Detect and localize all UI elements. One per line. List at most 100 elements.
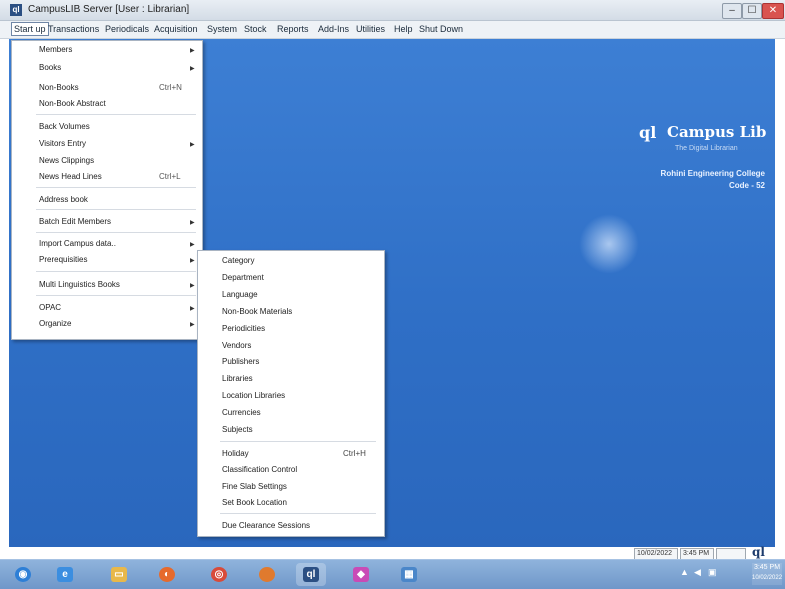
menu-stock[interactable]: Stock	[242, 23, 269, 35]
shortcut-ctrl-l: Ctrl+L	[159, 172, 181, 181]
firefox-icon: ◐	[159, 567, 175, 582]
taskbar-campuslib[interactable]: ql	[296, 563, 326, 586]
taskbar-explorer[interactable]: ▭	[104, 563, 134, 586]
chrome-icon: ◎	[211, 567, 227, 582]
taskbar-ie[interactable]: e	[50, 563, 80, 586]
menu-start-up[interactable]: Start up	[11, 22, 49, 36]
submenu-arrow-icon: ▶	[190, 242, 195, 248]
menu-item-batch-edit-members[interactable]: Batch Edit Members	[39, 217, 111, 226]
prerequisites-submenu: Category Department Language Non-Book Ma…	[197, 250, 385, 537]
menu-separator	[220, 441, 376, 442]
brand-tagline: The Digital Librarian	[675, 145, 738, 152]
menu-item-visitors-entry[interactable]: Visitors Entry	[39, 139, 86, 148]
menu-reports[interactable]: Reports	[275, 23, 311, 35]
campuslib-small-logo-icon: ql	[752, 545, 765, 559]
taskbar-app-circle[interactable]	[252, 563, 282, 586]
taskbar-firefox[interactable]: ◐	[152, 563, 182, 586]
tray-up-arrow-icon[interactable]: ▲	[680, 567, 689, 577]
submenu-arrow-icon: ▶	[190, 283, 195, 289]
menu-item-news-head-lines[interactable]: News Head Lines	[39, 172, 102, 181]
submenu-item-category[interactable]: Category	[222, 256, 254, 265]
app-logo-icon: ql	[10, 4, 22, 16]
internet-explorer-icon: e	[57, 567, 73, 582]
taskbar-chrome[interactable]: ◎	[204, 563, 234, 586]
menu-item-news-clippings[interactable]: News Clippings	[39, 156, 94, 165]
menu-separator	[36, 187, 196, 188]
window-title: CampusLIB Server [User : Librarian]	[28, 4, 190, 15]
menu-separator	[36, 114, 196, 115]
campuslib-icon: ql	[303, 567, 319, 582]
submenu-item-language[interactable]: Language	[222, 290, 258, 299]
maximize-button[interactable]: ☐	[742, 3, 762, 19]
menu-item-books[interactable]: Books	[39, 63, 61, 72]
app-diamond-icon: ◆	[353, 567, 369, 582]
college-name: Rohini Engineering College	[660, 169, 765, 178]
menu-separator	[36, 209, 196, 210]
submenu-arrow-icon: ▶	[190, 306, 195, 312]
startup-dropdown-menu: Members ▶ Books ▶ Non-Books Ctrl+N Non-B…	[11, 40, 203, 340]
background-glow	[579, 214, 639, 274]
clock-date: 10/02/2022	[752, 575, 783, 581]
start-orb-icon: ◉	[15, 567, 31, 582]
menu-item-members[interactable]: Members	[39, 45, 72, 54]
submenu-item-due-clearance-sessions[interactable]: Due Clearance Sessions	[222, 521, 310, 530]
menu-item-organize[interactable]: Organize	[39, 319, 71, 328]
start-button[interactable]: ◉	[8, 563, 38, 586]
menu-item-back-volumes[interactable]: Back Volumes	[39, 122, 90, 131]
taskbar-clock[interactable]: 3:45 PM 10/02/2022	[752, 563, 782, 585]
title-bar: ql CampusLIB Server [User : Librarian] –…	[0, 0, 785, 21]
status-bar: 10/02/2022 3:45 PM ql	[634, 545, 775, 560]
submenu-arrow-icon: ▶	[190, 322, 195, 328]
submenu-arrow-icon: ▶	[190, 258, 195, 264]
submenu-item-non-book-materials[interactable]: Non-Book Materials	[222, 307, 292, 316]
menu-add-ins[interactable]: Add-Ins	[316, 23, 351, 35]
taskbar-app-window[interactable]: ▦	[394, 563, 424, 586]
menu-shut-down[interactable]: Shut Down	[417, 23, 465, 35]
menu-help[interactable]: Help	[392, 23, 415, 35]
menu-utilities[interactable]: Utilities	[354, 23, 387, 35]
menu-transactions[interactable]: Transactions	[46, 23, 101, 35]
submenu-item-subjects[interactable]: Subjects	[222, 425, 253, 434]
submenu-item-fine-slab-settings[interactable]: Fine Slab Settings	[222, 482, 287, 491]
submenu-item-department[interactable]: Department	[222, 273, 264, 282]
folder-icon: ▭	[111, 567, 127, 582]
menu-item-address-book[interactable]: Address book	[39, 195, 88, 204]
menu-acquisition[interactable]: Acquisition	[152, 23, 200, 35]
submenu-item-location-libraries[interactable]: Location Libraries	[222, 391, 285, 400]
submenu-item-classification-control[interactable]: Classification Control	[222, 465, 297, 474]
menu-system[interactable]: System	[205, 23, 239, 35]
menu-item-non-books[interactable]: Non-Books	[39, 83, 79, 92]
app-window-icon: ▦	[401, 567, 417, 582]
submenu-item-set-book-location[interactable]: Set Book Location	[222, 498, 287, 507]
menu-periodicals[interactable]: Periodicals	[103, 23, 151, 35]
college-code: Code - 52	[728, 181, 765, 190]
submenu-arrow-icon: ▶	[190, 220, 195, 226]
submenu-item-libraries[interactable]: Libraries	[222, 374, 253, 383]
taskbar-app-diamond[interactable]: ◆	[346, 563, 376, 586]
tray-speaker-icon[interactable]: ◀	[694, 567, 701, 578]
shortcut-ctrl-h: Ctrl+H	[343, 449, 366, 458]
tray-network-icon[interactable]: ▣	[708, 567, 717, 578]
submenu-item-vendors[interactable]: Vendors	[222, 341, 251, 350]
submenu-item-publishers[interactable]: Publishers	[222, 357, 259, 366]
clock-time: 3:45 PM	[753, 564, 781, 571]
submenu-arrow-icon: ▶	[190, 66, 195, 72]
menu-item-multi-linguistics-books[interactable]: Multi Linguistics Books	[39, 280, 120, 289]
menu-separator	[220, 513, 376, 514]
submenu-item-currencies[interactable]: Currencies	[222, 408, 261, 417]
submenu-item-holiday[interactable]: Holiday	[222, 449, 249, 458]
campuslib-logo-icon: ql	[639, 123, 657, 142]
submenu-arrow-icon: ▶	[190, 48, 195, 54]
menu-item-opac[interactable]: OPAC	[39, 303, 61, 312]
close-button[interactable]: ✕	[762, 3, 784, 19]
menu-item-import-campus-data[interactable]: Import Campus data..	[39, 239, 116, 248]
menu-item-non-book-abstract[interactable]: Non-Book Abstract	[39, 99, 106, 108]
minimize-button[interactable]: –	[722, 3, 742, 19]
shortcut-ctrl-n: Ctrl+N	[159, 83, 182, 92]
menu-bar: Start up Transactions Periodicals Acquis…	[0, 21, 785, 39]
menu-separator	[36, 232, 196, 233]
submenu-item-periodicities[interactable]: Periodicities	[222, 324, 265, 333]
system-tray: ▲ ◀ ▣	[636, 565, 748, 583]
menu-item-prerequisities[interactable]: Prerequisities	[39, 255, 87, 264]
taskbar: ◉ e ▭ ◐ ◎ ql ◆ ▦ ▲ ◀ ▣ 3:45 PM 10/02/202…	[0, 559, 785, 589]
